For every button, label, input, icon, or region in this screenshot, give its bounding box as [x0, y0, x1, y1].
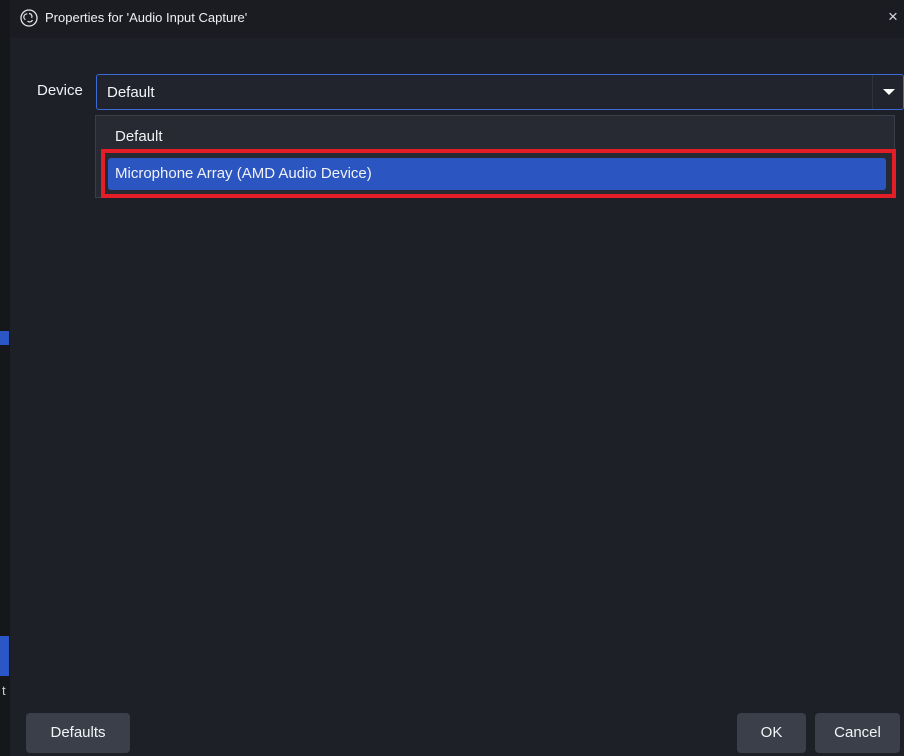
- window-title: Properties for 'Audio Input Capture': [45, 10, 248, 25]
- chevron-down-icon: [883, 89, 895, 95]
- background-app-strip: t: [0, 0, 10, 756]
- dropdown-option-microphone-array[interactable]: Microphone Array (AMD Audio Device): [108, 158, 886, 190]
- screen: t Properties for 'Audio Input Capture' ×…: [0, 0, 904, 756]
- device-select-arrow-button[interactable]: [872, 75, 903, 109]
- device-label: Device: [37, 82, 83, 99]
- device-select[interactable]: Default: [96, 74, 904, 110]
- ok-button[interactable]: OK: [737, 713, 806, 753]
- cancel-button[interactable]: Cancel: [815, 713, 900, 753]
- background-text-fragment: t: [2, 683, 6, 698]
- background-blue-accent: [0, 636, 9, 676]
- device-dropdown-list: Default Microphone Array (AMD Audio Devi…: [95, 115, 895, 198]
- defaults-button[interactable]: Defaults: [26, 713, 130, 753]
- obs-logo-icon: [20, 9, 38, 27]
- dropdown-option-default[interactable]: Default: [96, 121, 894, 153]
- device-selected-value: Default: [107, 84, 155, 101]
- close-icon[interactable]: ×: [888, 8, 902, 26]
- properties-dialog: Properties for 'Audio Input Capture' × D…: [10, 0, 904, 756]
- background-blue-accent: [0, 331, 9, 345]
- title-bar[interactable]: Properties for 'Audio Input Capture' ×: [10, 0, 904, 38]
